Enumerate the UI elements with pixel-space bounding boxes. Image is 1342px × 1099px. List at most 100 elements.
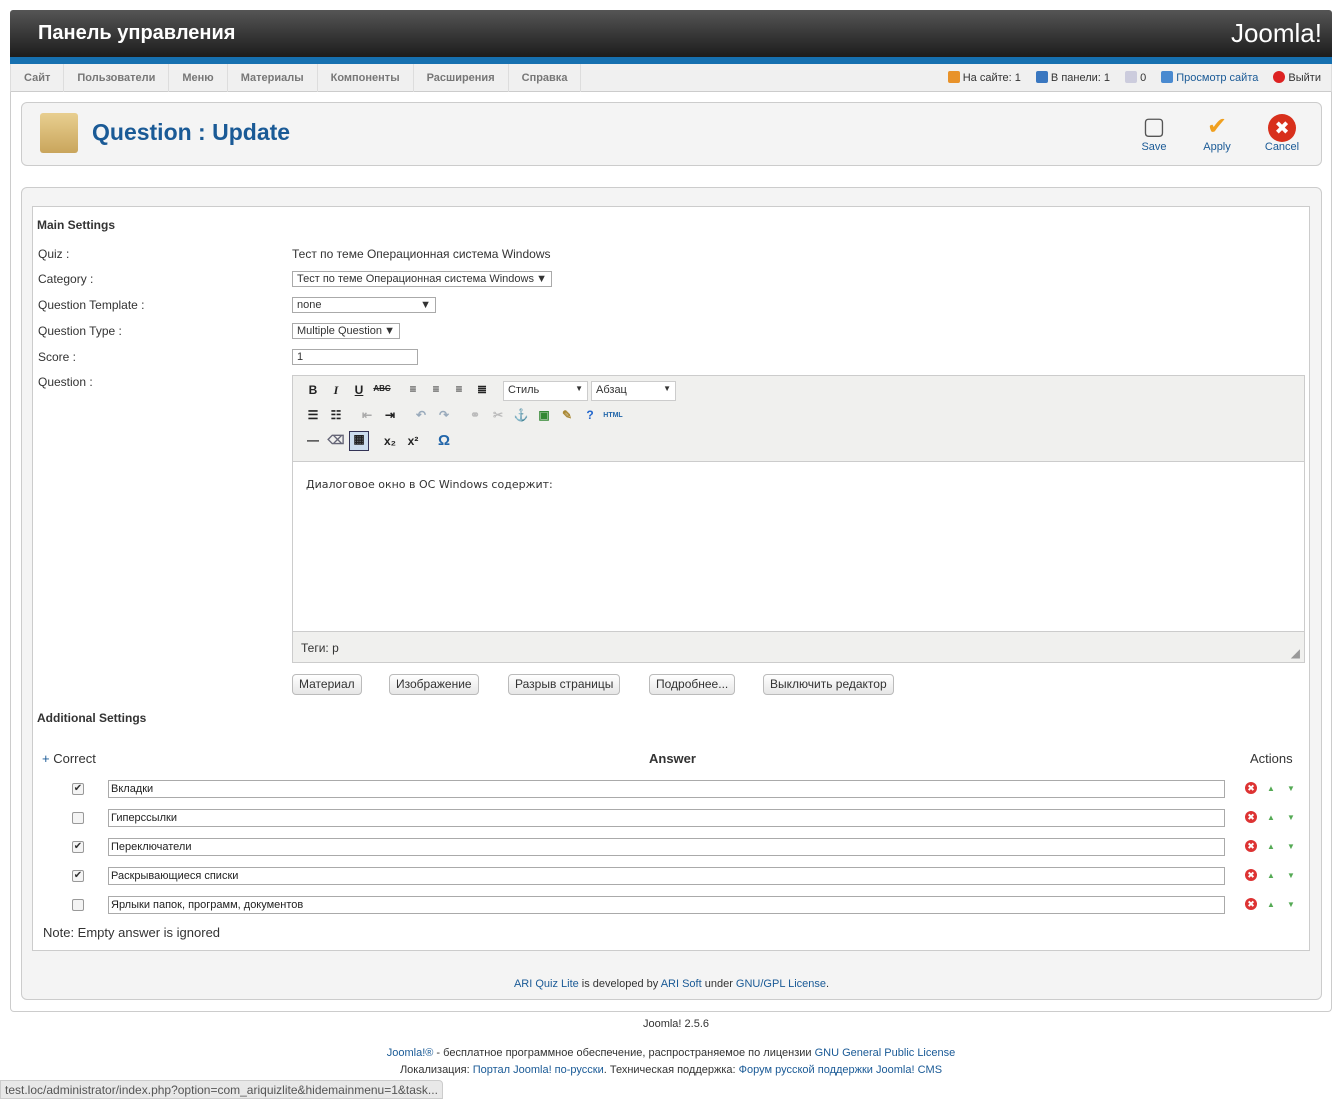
editor-content[interactable]: Диалоговое окно в ОС Windows содержит: bbox=[293, 461, 1304, 632]
menu-menus[interactable]: Меню bbox=[169, 64, 228, 92]
move-down-icon[interactable]: ▼ bbox=[1287, 900, 1295, 909]
insert-image-button[interactable]: Изображение bbox=[389, 674, 479, 695]
dropdown-arrow-icon: ▼ bbox=[536, 273, 547, 285]
resize-handle-icon[interactable]: ◢ bbox=[1291, 646, 1300, 660]
menu-content[interactable]: Материалы bbox=[228, 64, 318, 92]
delete-icon[interactable]: ✖ bbox=[1245, 869, 1257, 881]
superscript-icon[interactable]: x² bbox=[403, 434, 423, 448]
help-icon[interactable]: ? bbox=[580, 408, 600, 422]
gpl-link[interactable]: GNU General Public License bbox=[815, 1047, 956, 1059]
menu-help[interactable]: Справка bbox=[509, 64, 582, 92]
forum-link[interactable]: Форум русской поддержки Joomla! CMS bbox=[739, 1064, 942, 1076]
logout-text: Выйти bbox=[1288, 72, 1321, 84]
cancel-icon: ✖ bbox=[1257, 113, 1307, 142]
portal-link[interactable]: Портал Joomla! по-русски bbox=[473, 1064, 604, 1076]
move-up-icon[interactable]: ▲ bbox=[1267, 900, 1275, 909]
footer-line-1: Joomla!® - бесплатное программное обеспе… bbox=[0, 1047, 1342, 1059]
format-select[interactable]: Абзац ▼ bbox=[591, 381, 676, 401]
answer-input[interactable]: Раскрывающиеся списки bbox=[108, 867, 1225, 885]
on-site-status: На сайте: 1 bbox=[947, 71, 1021, 84]
cancel-button[interactable]: ✖ Cancel bbox=[1257, 113, 1307, 153]
delete-icon[interactable]: ✖ bbox=[1245, 811, 1257, 823]
subscript-icon[interactable]: x₂ bbox=[380, 434, 400, 448]
move-up-icon[interactable]: ▲ bbox=[1267, 813, 1275, 822]
special-char-icon[interactable]: Ω bbox=[434, 432, 454, 449]
link-icon[interactable]: ⚭ bbox=[465, 408, 485, 422]
template-label: Question Template : bbox=[38, 298, 145, 312]
numbered-list-icon[interactable]: ☷ bbox=[326, 408, 346, 422]
correct-checkbox[interactable]: ✔ bbox=[72, 841, 84, 853]
bullet-list-icon[interactable]: ☰ bbox=[303, 408, 323, 422]
add-answer-button[interactable]: + Correct bbox=[42, 751, 96, 766]
dropdown-arrow-icon: ▼ bbox=[663, 384, 671, 393]
indent-icon[interactable]: ⇥ bbox=[380, 408, 400, 422]
align-right-icon[interactable]: ≡ bbox=[449, 382, 469, 396]
template-select[interactable]: none ▼ bbox=[292, 297, 436, 313]
read-more-button[interactable]: Подробнее... bbox=[649, 674, 736, 695]
answer-input[interactable]: Гиперссылки bbox=[108, 809, 1225, 827]
move-up-icon[interactable]: ▲ bbox=[1267, 871, 1275, 880]
outdent-icon[interactable]: ⇤ bbox=[357, 408, 377, 422]
in-panel-status: В панели: 1 bbox=[1035, 71, 1110, 84]
correct-checkbox[interactable] bbox=[72, 812, 84, 824]
horizontal-rule-icon[interactable]: — bbox=[303, 433, 323, 447]
category-select[interactable]: Тест по теме Операционная система Window… bbox=[292, 271, 552, 287]
footer-text: Локализация: bbox=[399, 1064, 473, 1076]
insert-article-button[interactable]: Материал bbox=[292, 674, 362, 695]
logout-link[interactable]: Выйти bbox=[1273, 71, 1321, 84]
correct-checkbox[interactable]: ✔ bbox=[72, 870, 84, 882]
move-down-icon[interactable]: ▼ bbox=[1287, 813, 1295, 822]
align-left-icon[interactable]: ≡ bbox=[403, 382, 423, 396]
menu-site[interactable]: Сайт bbox=[11, 64, 65, 92]
table-icon[interactable]: ▦ bbox=[349, 431, 369, 451]
strikethrough-icon[interactable]: ABC bbox=[372, 384, 392, 393]
answer-input[interactable]: Ярлыки папок, программ, документов bbox=[108, 896, 1225, 914]
move-up-icon[interactable]: ▲ bbox=[1267, 784, 1275, 793]
ari-soft-link[interactable]: ARI Soft bbox=[661, 978, 702, 990]
menu-components[interactable]: Компоненты bbox=[318, 64, 414, 92]
joomla-link[interactable]: Joomla!® bbox=[387, 1047, 434, 1059]
cleanup-icon[interactable]: ✎ bbox=[557, 408, 577, 422]
type-value: Multiple Question bbox=[297, 325, 382, 337]
header-title: Панель управления bbox=[38, 22, 236, 44]
move-down-icon[interactable]: ▼ bbox=[1287, 842, 1295, 851]
view-site-link[interactable]: Просмотр сайта bbox=[1161, 71, 1258, 84]
style-value: Стиль bbox=[508, 384, 540, 396]
correct-checkbox[interactable]: ✔ bbox=[72, 783, 84, 795]
answer-input[interactable]: Переключатели bbox=[108, 838, 1225, 856]
type-select[interactable]: Multiple Question ▼ bbox=[292, 323, 400, 339]
answer-input[interactable]: Вкладки bbox=[108, 780, 1225, 798]
toggle-editor-button[interactable]: Выключить редактор bbox=[763, 674, 894, 695]
move-down-icon[interactable]: ▼ bbox=[1287, 871, 1295, 880]
bold-icon[interactable]: B bbox=[303, 383, 323, 397]
score-input[interactable]: 1 bbox=[292, 349, 418, 365]
menu-extensions[interactable]: Расширения bbox=[414, 64, 509, 92]
delete-icon[interactable]: ✖ bbox=[1245, 782, 1257, 794]
style-select[interactable]: Стиль ▼ bbox=[503, 381, 588, 401]
italic-icon[interactable]: I bbox=[326, 383, 346, 398]
apply-button[interactable]: ✔ Apply bbox=[1192, 113, 1242, 153]
html-icon[interactable]: HTML bbox=[603, 412, 623, 419]
anchor-icon[interactable]: ⚓ bbox=[511, 408, 531, 422]
rich-text-editor: B I U ABC ≡ ≡ ≡ ≣ Стиль ▼ Абзац ▼ ☰ ☷ ⇤ ⇥ … bbox=[292, 375, 1305, 663]
ari-quiz-link[interactable]: ARI Quiz Lite bbox=[514, 978, 579, 990]
image-icon[interactable]: ▣ bbox=[534, 408, 554, 422]
move-up-icon[interactable]: ▲ bbox=[1267, 842, 1275, 851]
eraser-icon[interactable]: ⌫ bbox=[326, 433, 346, 447]
license-link[interactable]: GNU/GPL License bbox=[736, 978, 826, 990]
redo-icon[interactable]: ↷ bbox=[434, 408, 454, 422]
align-center-icon[interactable]: ≡ bbox=[426, 382, 446, 396]
align-justify-icon[interactable]: ≣ bbox=[472, 382, 492, 396]
save-button[interactable]: ▢ Save bbox=[1129, 113, 1179, 153]
delete-icon[interactable]: ✖ bbox=[1245, 840, 1257, 852]
delete-icon[interactable]: ✖ bbox=[1245, 898, 1257, 910]
unlink-icon[interactable]: ✂ bbox=[488, 408, 508, 422]
page-title: Question : Update bbox=[92, 119, 291, 145]
correct-checkbox[interactable] bbox=[72, 899, 84, 911]
page-break-button[interactable]: Разрыв страницы bbox=[508, 674, 621, 695]
menu-users[interactable]: Пользователи bbox=[64, 64, 170, 92]
messages-status[interactable]: 0 bbox=[1125, 71, 1146, 84]
underline-icon[interactable]: U bbox=[349, 383, 369, 397]
undo-icon[interactable]: ↶ bbox=[411, 408, 431, 422]
move-down-icon[interactable]: ▼ bbox=[1287, 784, 1295, 793]
